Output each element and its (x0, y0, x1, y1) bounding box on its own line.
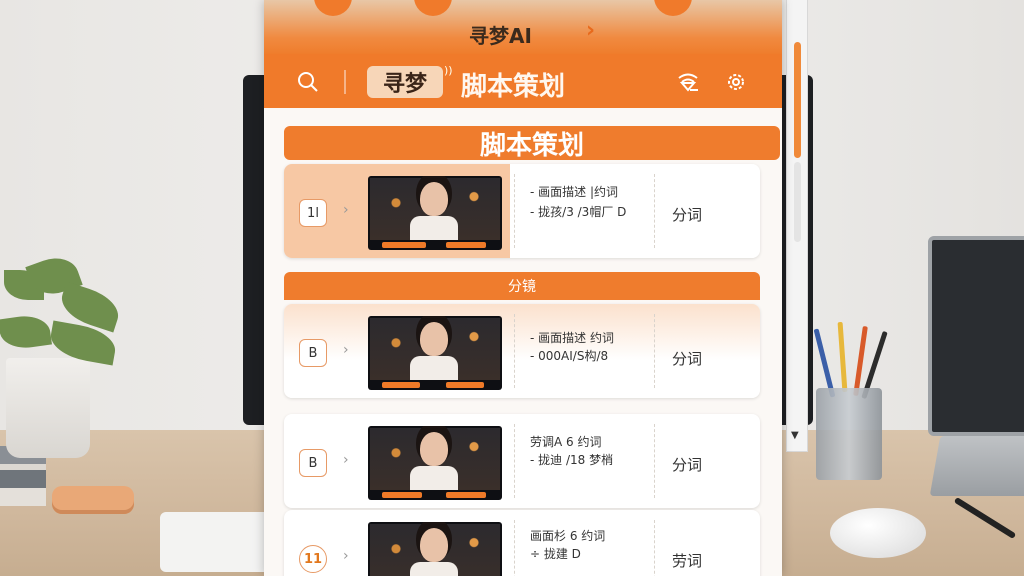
row-description-line: 画面杉 6 约词 (530, 529, 606, 543)
column-divider (654, 424, 655, 498)
chevron-right-icon[interactable]: › (343, 342, 349, 358)
background-mouse (830, 508, 926, 558)
app-panel: 寻梦AI › 寻梦 )) 脚本策划 脚本策划 1l › - 画面描述 |约词 -… (264, 0, 782, 576)
chevron-right-icon[interactable]: › (343, 452, 349, 468)
video-thumbnail[interactable] (368, 176, 502, 250)
video-thumbnail[interactable] (368, 522, 502, 576)
thumbnail-person-shirt (410, 216, 458, 240)
gear-icon[interactable] (724, 70, 748, 94)
thumbnail-person (420, 528, 448, 562)
thumbnail-progress (446, 492, 486, 498)
brand-logo[interactable]: 寻梦 (367, 66, 443, 98)
row-description-line: 劳调A 6 约词 (530, 435, 602, 449)
wifi-filter-icon[interactable] (676, 70, 700, 94)
row-badge: B (299, 339, 327, 367)
scrollbar-track-segment (794, 162, 801, 242)
row-badge: B (299, 449, 327, 477)
plant-pot (6, 358, 90, 458)
thumbnail-person (420, 322, 448, 356)
banner-title: 寻梦AI (469, 24, 532, 48)
row-label[interactable]: 劳词 (672, 550, 702, 571)
thumbnail-person-shirt (410, 466, 458, 490)
peach-decoration (414, 0, 452, 16)
background-laptop-base (929, 436, 1024, 496)
row-description-line: - 000AI/S构/8 (530, 349, 609, 363)
storyboard-row[interactable]: B › 劳调A 6 约词 - 拢迪 /18 梦梢 分词 (284, 414, 760, 508)
row-description-line: - 拢迪 /18 梦梢 (530, 453, 614, 467)
chevron-right-icon[interactable]: › (343, 202, 349, 218)
column-divider (654, 520, 655, 576)
video-thumbnail[interactable] (368, 316, 502, 390)
row-label[interactable]: 分词 (672, 454, 702, 475)
storyboard-row[interactable]: B › - 画面描述 约词 - 000AI/S构/8 分词 (284, 304, 760, 398)
row-description-line: - 画面描述 约词 (530, 331, 614, 345)
thumbnail-progress (382, 242, 426, 248)
column-divider (514, 174, 515, 248)
row-badge: 11 (299, 545, 327, 573)
row-description-line: ÷ 拢建 D (530, 547, 581, 561)
thumbnail-person (420, 182, 448, 216)
pencil-cup (816, 388, 882, 480)
column-divider (514, 520, 515, 576)
header-divider (344, 70, 346, 94)
app-header: 寻梦 )) 脚本策划 (264, 54, 782, 108)
column-divider (654, 174, 655, 248)
peach-decoration (654, 0, 692, 16)
row-description-line: - 拢孩/3 /3帽厂 D (530, 205, 627, 219)
section-header: 脚本策划 (284, 126, 780, 161)
top-banner: 寻梦AI › (264, 0, 782, 54)
page-title: 脚本策划 (461, 72, 566, 102)
background-keyboard (160, 512, 270, 572)
background-laptop (928, 236, 1024, 436)
thumbnail-person-shirt (410, 562, 458, 576)
thumbnail-progress (382, 492, 422, 498)
column-divider (514, 424, 515, 498)
scroll-down-arrow-icon[interactable]: ▼ (791, 430, 799, 441)
storyboard-row[interactable]: 11 › 画面杉 6 约词 ÷ 拢建 D 劳词 (284, 510, 760, 576)
row-label[interactable]: 分词 (672, 348, 702, 369)
row-badge: 1l (299, 199, 327, 227)
thumbnail-person-shirt (410, 356, 458, 380)
column-divider (654, 314, 655, 388)
thumbnail-progress (446, 242, 486, 248)
subsection-header: 分镜 (284, 272, 760, 300)
storyboard-row[interactable]: 1l › - 画面描述 |约词 - 拢孩/3 /3帽厂 D 分词 (284, 164, 760, 258)
scrollbar-thumb[interactable] (794, 42, 801, 158)
signal-icon: )) (444, 64, 453, 77)
banner-arrow-icon[interactable]: › (586, 18, 595, 43)
search-icon[interactable] (296, 70, 320, 94)
row-description-line: - 画面描述 |约词 (530, 185, 619, 199)
video-thumbnail[interactable] (368, 426, 502, 500)
thumbnail-progress (382, 382, 420, 388)
row-label[interactable]: 分词 (672, 204, 702, 225)
background-dish (52, 486, 134, 514)
thumbnail-progress (446, 382, 484, 388)
thumbnail-person (420, 432, 448, 466)
column-divider (514, 314, 515, 388)
peach-decoration (314, 0, 352, 16)
chevron-right-icon[interactable]: › (343, 548, 349, 564)
